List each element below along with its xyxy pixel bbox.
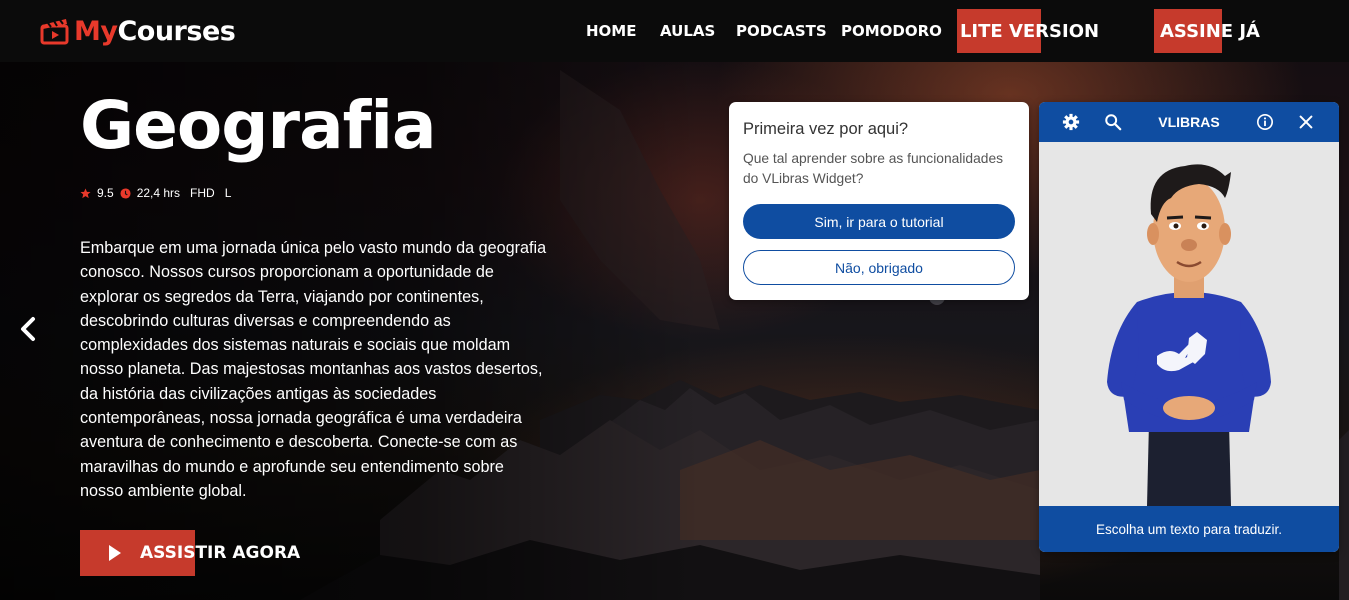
watch-now-label: ASSISTIR AGORA — [140, 543, 301, 563]
clock-icon — [120, 187, 131, 199]
subscribe-label: ASSINE JÁ — [1159, 20, 1260, 42]
clapperboard-icon — [40, 19, 69, 45]
lite-version-label: LITE VERSION — [959, 20, 1100, 42]
vlibras-widget: VLIBRAS Escolha um texto para traduzir. — [1039, 102, 1339, 552]
vlibras-tutorial-prompt: Primeira vez por aqui? Que tal aprender … — [729, 102, 1029, 300]
vlibras-title: VLIBRAS — [1158, 114, 1220, 130]
prompt-title: Primeira vez por aqui? — [743, 120, 909, 138]
tutorial-yes-button[interactable]: Sim, ir para o tutorial — [743, 204, 1015, 239]
logo-wordmark: MyCourses — [74, 15, 236, 47]
nav-home[interactable]: HOME — [586, 22, 636, 40]
nav-aulas[interactable]: AULAS — [660, 22, 715, 40]
course-meta: 9.5 22,4 hrs FHD L — [80, 186, 231, 200]
age-rating-badge: L — [224, 186, 232, 200]
chevron-left-icon[interactable] — [17, 316, 39, 342]
course-title: Geografia — [80, 87, 436, 164]
lite-version-button[interactable]: LITE VERSION — [957, 9, 1102, 53]
watch-now-button[interactable]: ASSISTIR AGORA — [80, 530, 310, 576]
quality-badge: FHD — [190, 186, 215, 200]
star-icon — [80, 187, 91, 198]
vlibras-header: VLIBRAS — [1039, 102, 1339, 142]
close-icon[interactable] — [1297, 113, 1315, 131]
duration-value: 22,4 hrs — [136, 186, 181, 200]
vlibras-avatar-stage — [1039, 142, 1339, 506]
vlibras-footer[interactable]: Escolha um texto para traduzir. — [1039, 506, 1339, 552]
prompt-text: Que tal aprender sobre as funcionalidade… — [743, 151, 1004, 186]
nav-podcasts[interactable]: PODCASTS — [736, 22, 827, 40]
rating-value: 9.5 — [97, 186, 114, 200]
play-icon — [109, 545, 121, 561]
course-description: Embarque em uma jornada única pelo vasto… — [80, 239, 547, 500]
nav-pomodoro[interactable]: POMODORO — [841, 22, 942, 40]
tutorial-no-button[interactable]: Não, obrigado — [743, 250, 1015, 285]
sign-language-avatar — [1107, 164, 1271, 506]
subscribe-button[interactable]: ASSINE JÁ — [1154, 9, 1266, 53]
info-icon[interactable] — [1256, 113, 1274, 131]
site-logo[interactable]: MyCourses — [40, 14, 236, 48]
top-navbar: MyCourses HOME AULAS PODCASTS POMODORO L… — [0, 0, 1349, 62]
